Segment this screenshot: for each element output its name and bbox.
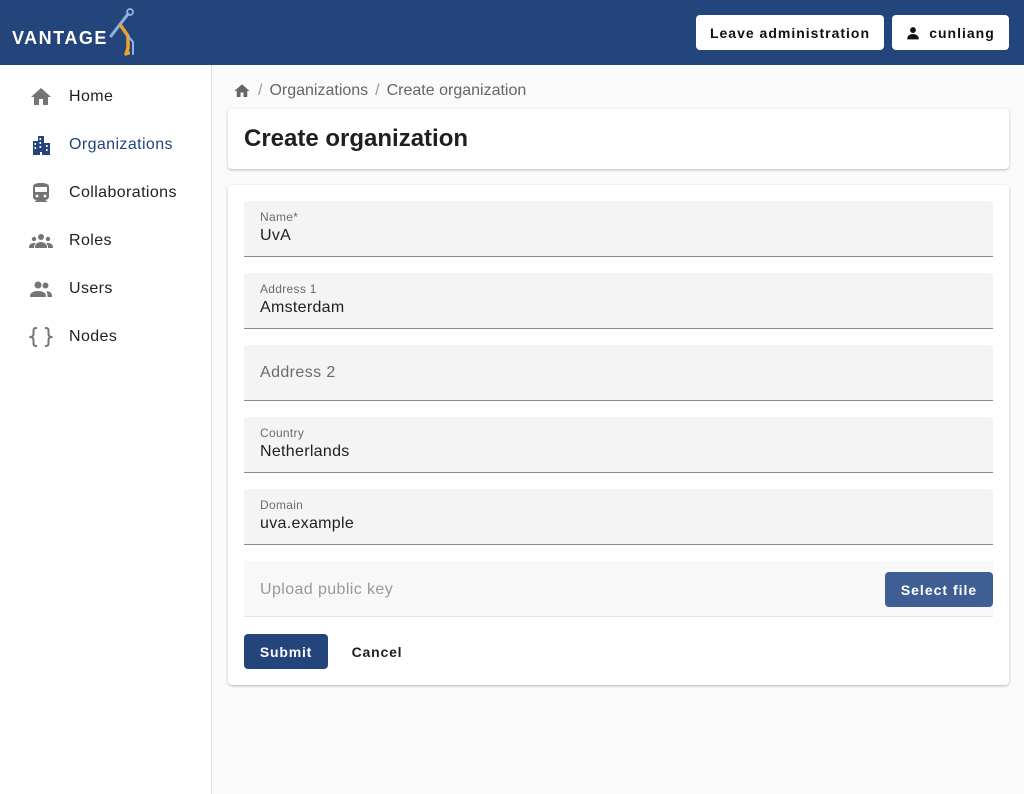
username-label: cunliang (929, 24, 995, 41)
name-field-label: Name* (260, 210, 299, 224)
breadcrumb-organizations[interactable]: Organizations (269, 82, 368, 100)
sidebar-item-organizations[interactable]: Organizations (0, 121, 211, 169)
leave-administration-button[interactable]: Leave administration (696, 15, 884, 50)
page-title: Create organization (244, 125, 469, 152)
sidebar-item-roles[interactable]: Roles (0, 217, 211, 265)
people-icon (30, 281, 52, 297)
sidebar-item-label: Users (69, 280, 113, 297)
user-menu-button[interactable]: cunliang (892, 15, 1009, 50)
title-card: Create organization (228, 109, 1009, 169)
vantage-logo[interactable]: VANTAGE (12, 8, 142, 58)
logo-text: VANTAGE (12, 28, 108, 48)
curly-braces-icon (29, 327, 53, 347)
home-icon[interactable] (233, 82, 251, 100)
country-field-value: Netherlands (260, 443, 350, 460)
top-app-bar: VANTAGE Leave administration cunliang (0, 0, 1024, 65)
sidebar-nav: Home Organizations Collaborations Roles … (0, 65, 212, 794)
sidebar-item-label: Collaborations (69, 184, 177, 201)
domain-field-value: uva.example (260, 515, 355, 532)
person-icon (907, 26, 920, 39)
sidebar-item-nodes[interactable]: Nodes (0, 313, 211, 361)
sidebar-item-users[interactable]: Users (0, 265, 211, 313)
cancel-button[interactable]: Cancel (340, 634, 414, 669)
create-organization-form: Name* UvA Address 1 Amsterdam Address 2 … (228, 185, 1009, 685)
public-key-upload-placeholder: Upload public key (260, 581, 394, 598)
domain-field[interactable]: Domain uva.example (244, 489, 993, 545)
address2-field-placeholder: Address 2 (260, 364, 336, 381)
breadcrumb-separator: / (258, 82, 263, 99)
address1-field[interactable]: Address 1 Amsterdam (244, 273, 993, 329)
logo-mark-icon (109, 8, 134, 56)
train-icon (33, 183, 49, 202)
sidebar-item-home[interactable]: Home (0, 73, 211, 121)
sidebar-item-collaborations[interactable]: Collaborations (0, 169, 211, 217)
country-field-label: Country (260, 426, 305, 440)
group-icon (29, 234, 53, 248)
home-icon (31, 88, 51, 105)
breadcrumb: / Organizations / Create organization (233, 80, 526, 102)
sidebar-item-label: Organizations (69, 136, 173, 153)
name-field-value: UvA (260, 227, 292, 244)
sidebar-item-label: Home (69, 88, 114, 105)
country-field[interactable]: Country Netherlands (244, 417, 993, 473)
domain-field-label: Domain (260, 498, 304, 512)
public-key-upload-field: Upload public key Select file (244, 561, 993, 617)
select-file-button[interactable]: Select file (885, 572, 993, 607)
address1-field-label: Address 1 (260, 282, 317, 296)
address2-field[interactable]: Address 2 (244, 345, 993, 401)
submit-button[interactable]: Submit (244, 634, 328, 669)
breadcrumb-separator: / (375, 82, 380, 99)
breadcrumb-current: Create organization (386, 82, 527, 99)
name-field[interactable]: Name* UvA (244, 201, 993, 257)
sidebar-item-label: Nodes (69, 328, 118, 345)
organization-building-icon (33, 136, 50, 155)
address1-field-value: Amsterdam (260, 299, 345, 316)
sidebar-item-label: Roles (69, 232, 112, 249)
